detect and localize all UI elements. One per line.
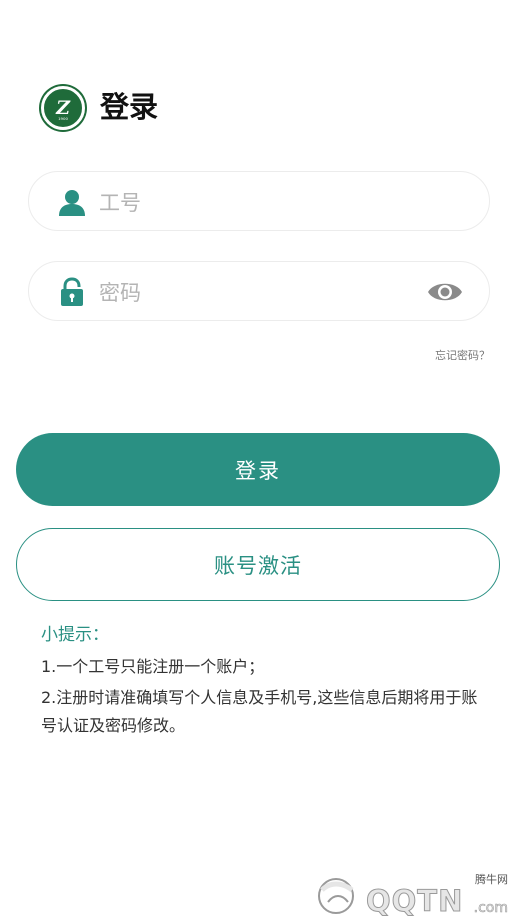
user-icon — [57, 187, 87, 217]
watermark-logo-icon — [308, 872, 366, 916]
watermark: 腾牛网 QQTN .com — [308, 868, 516, 919]
tip-item: 2.注册时请准确填写个人信息及手机号,这些信息后期将用于账号认证及密码修改。 — [41, 688, 478, 735]
password-input[interactable] — [97, 272, 421, 314]
activate-account-button[interactable]: 账号激活 — [16, 528, 500, 601]
logo-year: 1900 — [58, 116, 68, 121]
employee-id-field[interactable] — [28, 171, 490, 231]
password-field[interactable] — [28, 261, 490, 321]
tips-title: 小提示： — [41, 625, 109, 645]
watermark-suffix: .com — [473, 900, 508, 917]
page-title: 登录 — [100, 90, 159, 124]
lock-icon — [57, 277, 87, 307]
watermark-site-name: 腾牛网 — [475, 873, 508, 886]
watermark-text: QQTN — [365, 884, 464, 919]
eye-icon[interactable] — [427, 278, 463, 306]
employee-id-input[interactable] — [97, 182, 421, 224]
login-button[interactable]: 登录 — [16, 433, 500, 506]
forgot-password-link[interactable]: 忘记密码？ — [435, 347, 490, 363]
company-logo: Z 1900 — [41, 86, 85, 130]
tip-item: 1.一个工号只能注册一个账户； — [41, 657, 265, 676]
